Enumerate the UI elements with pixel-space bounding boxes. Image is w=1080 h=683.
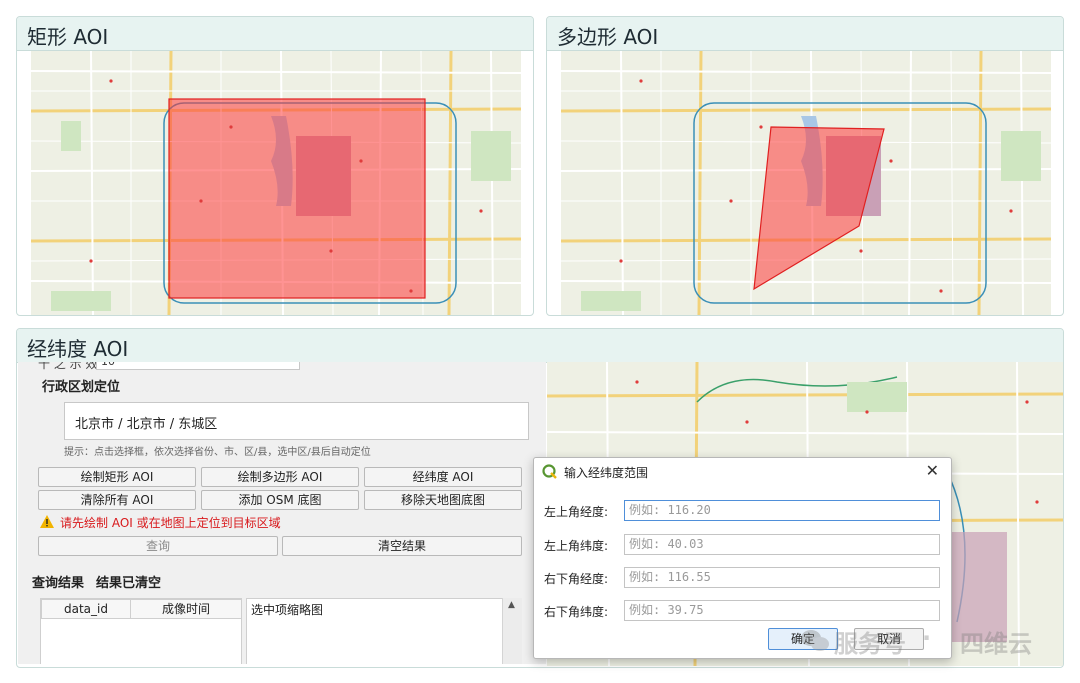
close-icon[interactable]: ✕ [926, 461, 939, 480]
remove-tianditu-basemap-button[interactable]: 移除天地图底图 [364, 490, 522, 510]
results-status: 结果已清空 [96, 576, 162, 591]
top-left-lon-label: 左上角经度: [544, 505, 609, 519]
add-osm-basemap-button[interactable]: 添加 OSM 底图 [201, 490, 359, 510]
bottom-right-lat-input[interactable]: 例如: 39.75 [624, 600, 940, 621]
results-label: 查询结果 [32, 576, 85, 591]
thumbnail-scrollbar[interactable]: ▲ [502, 598, 522, 664]
bottom-right-lon-input[interactable]: 例如: 116.55 [624, 567, 940, 588]
top-left-lat-label: 左上角纬度: [544, 539, 609, 553]
wechat-icon [801, 630, 829, 651]
map-canvas [31, 51, 521, 315]
map-view[interactable] [561, 51, 1051, 315]
column-header-imaging-time[interactable]: 成像时间 [130, 599, 242, 619]
partial-top-value: 10 [101, 362, 115, 368]
latlon-aoi-button[interactable]: 经纬度 AOI [364, 467, 522, 487]
column-header-data-id[interactable]: data_id [41, 599, 131, 619]
thumbnail-label: 选中项缩略图 [251, 603, 324, 617]
dialog-title: 输入经纬度范围 [564, 466, 649, 480]
rect-aoi-panel: 矩形 AOI [16, 16, 534, 316]
panel-title: 多边形 AOI [557, 25, 659, 49]
partial-top-input[interactable]: 10 [96, 362, 300, 370]
watermark-text-1: 服务号 [834, 630, 906, 658]
qgis-logo-icon [542, 464, 557, 479]
panel-title: 经纬度 AOI [27, 337, 129, 361]
panel-header: 经纬度 AOI [17, 329, 1063, 363]
query-form: 十 之 示 效 10 行政区划定位 北京市 / 北京市 / 东城区 提示：点击选… [18, 362, 546, 664]
admin-region-path: 北京市 / 北京市 / 东城区 [75, 417, 218, 432]
warning-row: 请先绘制 AOI 或在地图上定位到目标区域 [40, 514, 520, 530]
aoi-rectangle[interactable] [168, 98, 426, 299]
panel-title: 矩形 AOI [27, 25, 109, 49]
bottom-right-lon-placeholder: 例如: 116.55 [629, 570, 711, 584]
clear-all-aoi-button[interactable]: 清除所有 AOI [38, 490, 196, 510]
thumbnail-panel: 选中项缩略图 [246, 598, 522, 664]
draw-rect-aoi-button[interactable]: 绘制矩形 AOI [38, 467, 196, 487]
bottom-right-lat-placeholder: 例如: 39.75 [629, 603, 704, 617]
results-table[interactable]: data_id 成像时间 [40, 598, 242, 664]
polygon-aoi-panel: 多边形 AOI [546, 16, 1064, 316]
warning-text: 请先绘制 AOI 或在地图上定位到目标区域 [60, 516, 281, 530]
panel-header: 矩形 AOI [17, 17, 533, 51]
scroll-up-arrow-icon[interactable]: ▲ [508, 600, 515, 610]
clear-results-button[interactable]: 清空结果 [282, 536, 522, 556]
top-left-lat-placeholder: 例如: 40.03 [629, 537, 704, 551]
map-view[interactable] [31, 51, 521, 315]
top-left-lat-input[interactable]: 例如: 40.03 [624, 534, 940, 555]
top-left-lon-placeholder: 例如: 116.20 [629, 503, 711, 517]
watermark-dot: · [922, 624, 932, 652]
admin-section-label: 行政区划定位 [42, 380, 121, 395]
panel-header: 多边形 AOI [547, 17, 1063, 51]
draw-polygon-aoi-button[interactable]: 绘制多边形 AOI [201, 467, 359, 487]
top-left-lon-input[interactable]: 例如: 116.20 [624, 500, 940, 521]
bottom-right-lon-label: 右下角经度: [544, 572, 609, 586]
partial-top-label: 十 之 示 效 [38, 362, 98, 371]
bottom-right-lat-label: 右下角纬度: [544, 605, 609, 619]
admin-hint: 提示：点击选择框，依次选择省份、市、区/县，选中区/县后自动定位 [64, 447, 371, 458]
watermark: 服务号 · 四维云 [800, 622, 1060, 662]
watermark-text-2: 四维云 [960, 630, 1032, 658]
admin-region-selector[interactable]: 北京市 / 北京市 / 东城区 [64, 402, 529, 440]
map-canvas [561, 51, 1051, 315]
query-button[interactable]: 查询 [38, 536, 278, 556]
warning-icon [40, 515, 54, 528]
